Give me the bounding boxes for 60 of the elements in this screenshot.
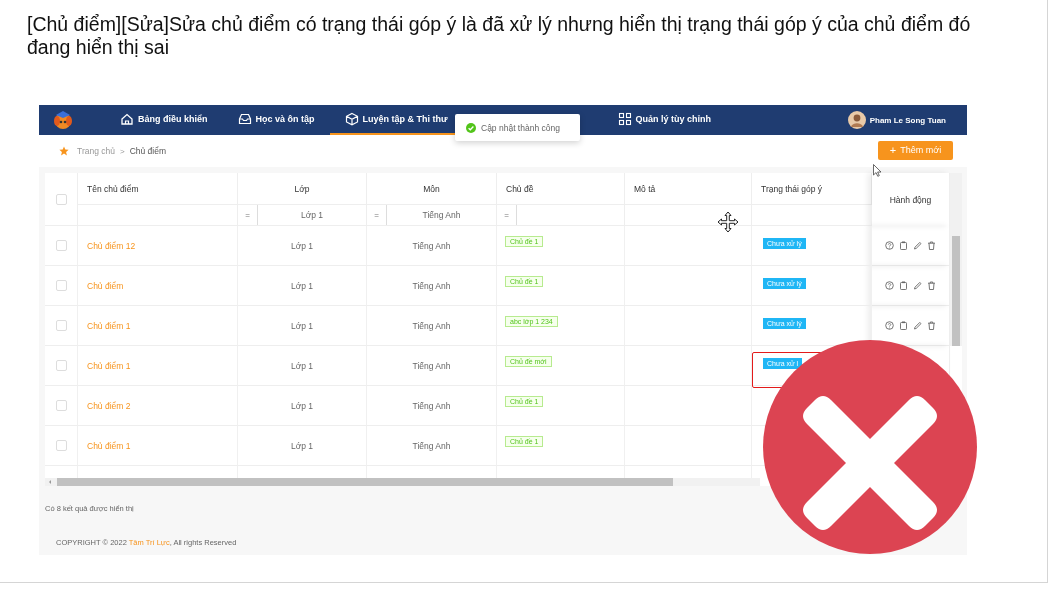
column-header: Mô tả	[625, 173, 752, 205]
toast-message: Cập nhật thành công	[481, 122, 560, 133]
home-icon	[120, 112, 134, 126]
nav-item[interactable]: Bảng điều khiển	[105, 105, 223, 135]
table-cell: Tiếng Anh	[367, 426, 497, 466]
inbox-icon	[237, 112, 252, 126]
column-header: Trạng thái góp ý	[752, 173, 872, 205]
help-icon[interactable]	[885, 281, 894, 290]
checkbox[interactable]	[55, 360, 67, 371]
clipboard-icon[interactable]	[899, 321, 908, 330]
help-icon[interactable]	[885, 321, 894, 330]
nav-item[interactable]: Học và ôn tập	[222, 105, 330, 135]
grid-icon	[617, 112, 632, 126]
table-cell: Lớp 1	[238, 226, 367, 266]
table-cell: Lớp 1	[238, 306, 367, 346]
trash-icon[interactable]	[927, 241, 936, 250]
filter-field[interactable]: Tiếng Anh	[387, 210, 496, 220]
document-title: [Chủ điểm][Sửa]Sửa chủ điểm có trạng thái góp ý là đã xử lý nhưng hiển thị trạng thái góp ý của chủ điểm đó đang hiển thị sai	[27, 13, 972, 59]
column-header: Chủ đề	[497, 173, 625, 205]
breadcrumb-item[interactable]: Chủ điểm	[129, 146, 167, 156]
check-circle-icon	[466, 122, 476, 133]
star-icon	[59, 146, 69, 156]
help-icon[interactable]	[885, 241, 894, 250]
trash-icon[interactable]	[927, 321, 936, 330]
table-cell: Lớp 1	[238, 386, 367, 426]
breadcrumb-item[interactable]: Trang chủ	[77, 146, 115, 156]
filter-operator[interactable]: =	[238, 205, 258, 225]
trash-icon[interactable]	[927, 281, 936, 290]
checkbox[interactable]	[55, 320, 67, 331]
nav-item[interactable]: Quản lý tùy chỉnh	[602, 105, 727, 135]
column-header: Tên chủ điểm	[78, 173, 238, 205]
checkbox[interactable]	[55, 400, 67, 411]
avatar	[847, 111, 866, 129]
table-cell: Tiếng Anh	[367, 226, 497, 266]
checkbox[interactable]	[55, 193, 67, 205]
logo-icon	[52, 110, 74, 130]
checkbox[interactable]	[55, 240, 67, 251]
user-name[interactable]: Pham Le Song Tuan	[869, 115, 946, 125]
table-cell: Tiếng Anh	[367, 266, 497, 306]
table-cell: Tiếng Anh	[367, 386, 497, 426]
table-cell: Lớp 1	[238, 266, 367, 306]
column-header: Môn	[367, 173, 497, 205]
table-cell: Tiếng Anh	[367, 346, 497, 386]
clipboard-icon[interactable]	[899, 281, 908, 290]
move-cursor-icon	[717, 211, 739, 233]
filter-field[interactable]: Lớp 1	[258, 210, 366, 220]
breadcrumb-separator: >	[119, 146, 125, 156]
cube-icon	[344, 112, 359, 126]
pencil-icon[interactable]	[913, 281, 922, 290]
pencil-icon[interactable]	[913, 241, 922, 250]
clipboard-icon[interactable]	[899, 241, 908, 250]
table-cell: Lớp 1	[238, 346, 367, 386]
filter-operator[interactable]: =	[497, 205, 517, 225]
column-header: Lớp	[238, 173, 367, 205]
table-cell: Tiếng Anh	[367, 306, 497, 346]
checkbox[interactable]	[55, 280, 67, 291]
checkbox[interactable]	[55, 440, 67, 451]
filter-operator[interactable]: =	[367, 205, 387, 225]
table-cell: Lớp 1	[238, 426, 367, 466]
pencil-icon[interactable]	[913, 321, 922, 330]
